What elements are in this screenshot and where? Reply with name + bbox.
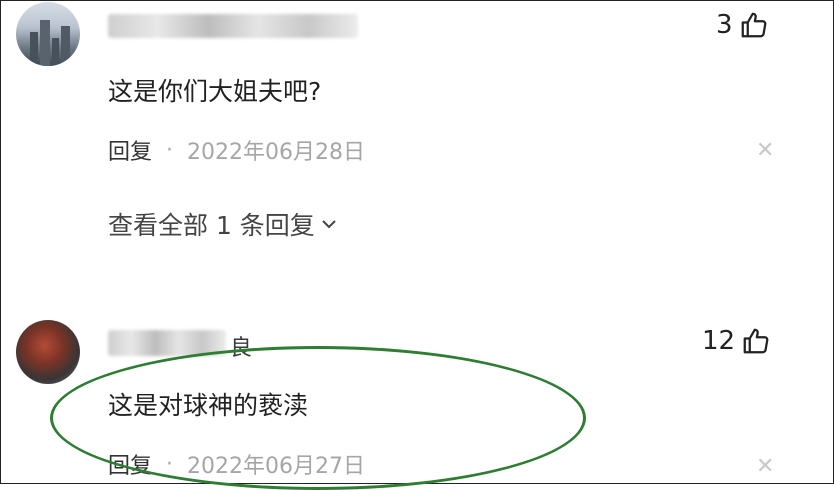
comment-text: 这是对球神的亵渎 [108,391,309,420]
comment-text: 这是你们大姐夫吧? [108,77,322,106]
author-name-redacted[interactable] [108,330,226,356]
like-button[interactable]: 12 [702,326,771,356]
comment-meta: 回复 · 2022年06月27日 [108,448,365,480]
view-replies-button[interactable]: 查看全部 1 条回复 [108,206,339,242]
chevron-down-icon [322,220,336,229]
separator: · [166,451,174,477]
like-count: 12 [702,326,736,356]
thumbs-up-icon [741,12,766,38]
like-button[interactable]: 3 [716,10,769,40]
author-name-redacted[interactable] [108,14,358,38]
author-name-visible[interactable]: 良 [230,330,252,362]
view-replies-label: 查看全部 1 条回复 [108,211,315,240]
comment-date: 2022年06月28日 [187,140,365,165]
thumbs-up-icon [743,328,769,354]
avatar[interactable] [16,2,80,66]
like-count: 3 [716,10,733,40]
separator: · [166,137,174,163]
comment-meta: 回复 · 2022年06月28日 [108,134,365,166]
close-icon[interactable]: ✕ [756,456,774,478]
comment-date: 2022年06月27日 [187,454,365,479]
close-icon[interactable]: ✕ [756,140,774,162]
reply-button[interactable]: 回复 [108,134,152,166]
avatar[interactable] [16,320,80,384]
reply-button[interactable]: 回复 [108,448,152,480]
